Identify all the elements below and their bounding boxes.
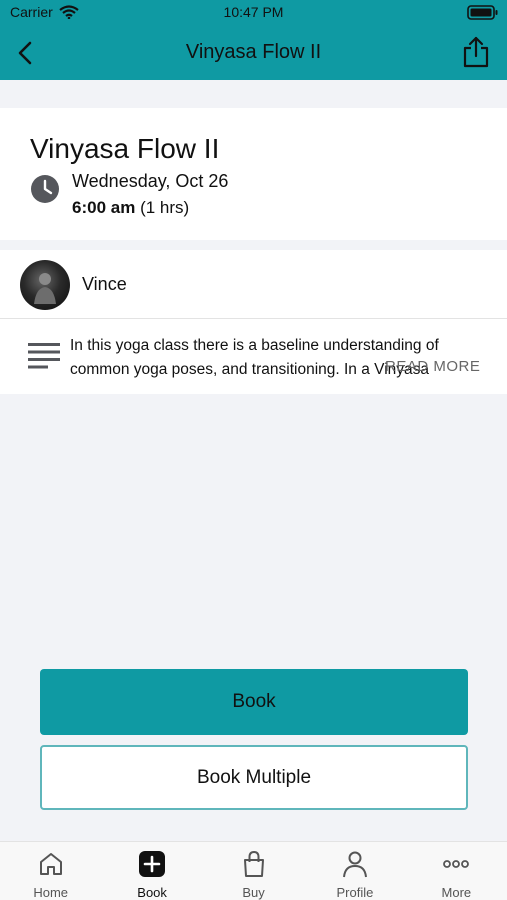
status-time: 10:47 PM — [223, 4, 284, 20]
clock-icon — [31, 175, 59, 203]
class-title: Vinyasa Flow II — [30, 133, 220, 164]
class-time-row: 6:00 am (1 hrs) — [72, 198, 189, 218]
class-header-card: Vinyasa Flow II Wednesday, Oct 26 6:00 a… — [0, 108, 507, 240]
tab-book[interactable]: Book — [101, 842, 202, 900]
book-multiple-button[interactable]: Book Multiple — [40, 745, 468, 810]
share-icon[interactable] — [461, 35, 491, 69]
person-icon — [342, 851, 367, 878]
tab-profile[interactable]: Profile — [304, 842, 405, 900]
bag-icon — [243, 850, 264, 877]
read-more-link[interactable]: READ MORE — [385, 358, 480, 375]
home-icon — [39, 853, 62, 875]
avatar-photo-icon — [34, 273, 56, 304]
nav-bar: Vinyasa Flow II — [0, 26, 507, 80]
tab-book-label: Book — [137, 885, 167, 900]
battery-icon — [467, 5, 498, 20]
tab-more[interactable]: More — [406, 842, 507, 900]
status-bar: Carrier 10:47 PM — [0, 0, 507, 26]
tab-home[interactable]: Home — [0, 842, 101, 900]
tab-buy-label: Buy — [242, 885, 265, 900]
more-dots-icon — [443, 860, 470, 868]
class-duration: (1 hrs) — [140, 198, 190, 217]
tab-profile-label: Profile — [336, 885, 374, 900]
class-start-time: 6:00 am — [72, 198, 136, 217]
plus-square-icon — [139, 851, 166, 877]
instructor-avatar[interactable] — [20, 260, 70, 310]
description-lines-icon — [28, 343, 60, 369]
class-details-card: Vince In this yoga class there is a base… — [0, 250, 507, 394]
class-date: Wednesday, Oct 26 — [72, 171, 229, 191]
tab-more-label: More — [441, 885, 472, 900]
book-button[interactable]: Book — [40, 669, 468, 735]
instructor-name[interactable]: Vince — [82, 274, 127, 295]
tab-home-label: Home — [33, 885, 69, 900]
divider — [0, 318, 507, 319]
nav-title: Vinyasa Flow II — [185, 41, 322, 63]
tab-buy[interactable]: Buy — [203, 842, 304, 900]
tab-bar: Home Book Buy Profile More — [0, 841, 507, 900]
